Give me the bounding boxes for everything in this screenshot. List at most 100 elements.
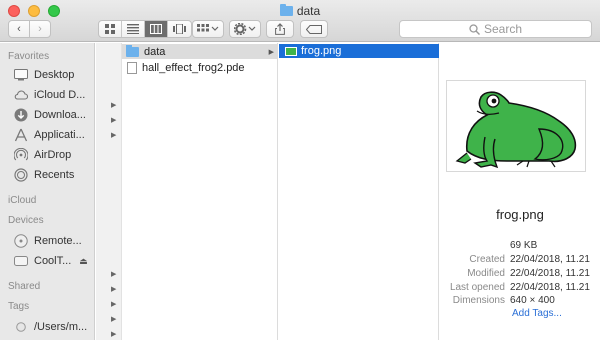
- recents-icon: [14, 168, 28, 182]
- chevron-right-icon: ▶: [268, 48, 274, 56]
- sidebar-item-recents[interactable]: Recents: [0, 165, 94, 185]
- sidebar-item-label: Desktop: [34, 69, 75, 81]
- sidebar-item-tag[interactable]: /Users/m...: [0, 317, 94, 337]
- arrange-grid-icon: [197, 24, 219, 32]
- chevron-right-icon: ▶: [111, 286, 117, 293]
- chevron-left-icon: ‹: [17, 23, 21, 35]
- share-button[interactable]: [266, 20, 294, 38]
- document-icon: [127, 61, 137, 74]
- chevron-right-icon: ▶: [111, 132, 117, 139]
- list-item-pde-file[interactable]: hall_effect_frog2.pde: [122, 60, 245, 75]
- folder-icon: [126, 44, 139, 57]
- list-view-button[interactable]: [122, 21, 145, 37]
- sidebar-item-airdrop[interactable]: AirDrop: [0, 145, 94, 165]
- airdrop-icon: [14, 148, 28, 162]
- column-parent: [96, 43, 278, 340]
- icon-view-button[interactable]: [99, 21, 122, 37]
- chevron-right-icon: ▶: [111, 316, 117, 323]
- applications-icon: [14, 128, 28, 142]
- last-opened-value: 22/04/2018, 11.21: [510, 282, 590, 293]
- search-placeholder: Search: [483, 22, 523, 36]
- dimensions-value: 640 × 400: [510, 295, 555, 306]
- file-name: data: [144, 45, 166, 58]
- edit-tags-button[interactable]: [300, 20, 328, 38]
- action-button[interactable]: [229, 20, 261, 38]
- sidebar-section-devices: Devices: [8, 215, 44, 226]
- search-icon: [469, 23, 480, 35]
- sidebar-item-remote-disc[interactable]: Remote...: [0, 231, 94, 251]
- sidebar-section-tags: Tags: [8, 301, 30, 312]
- image-file-icon: [285, 46, 297, 56]
- modified-value: 22/04/2018, 11.21: [510, 268, 590, 279]
- download-icon: [14, 108, 28, 122]
- list-item-frog-png[interactable]: frog.png: [279, 44, 439, 58]
- eject-icon[interactable]: ⏏: [79, 256, 88, 267]
- chevron-right-icon: ▶: [111, 301, 117, 308]
- folder-icon: [279, 4, 293, 16]
- sidebar-item-label: CoolT...: [34, 255, 72, 267]
- icon-grid-icon: [104, 23, 115, 34]
- list-item-data-folder[interactable]: data ▶: [122, 44, 277, 59]
- gear-icon: [234, 23, 256, 35]
- meta-dimensions: Dimensions 640 × 400: [440, 295, 600, 309]
- disc-icon: [14, 234, 28, 248]
- sidebar-item-icloud-drive[interactable]: iCloud D...: [0, 85, 94, 105]
- sidebar-section-shared: Shared: [8, 281, 41, 292]
- dimensions-label: Dimensions: [452, 295, 505, 306]
- meta-size: 69 KB: [440, 240, 600, 254]
- modified-label: Modified: [467, 268, 505, 279]
- tag-icon: [14, 320, 28, 334]
- columns-icon: [150, 24, 162, 34]
- sidebar-item-label: AirDrop: [34, 149, 72, 161]
- meta-modified: Modified 22/04/2018, 11.21: [440, 268, 600, 282]
- back-button[interactable]: ‹: [8, 20, 30, 38]
- sidebar-item-label: iCloud D...: [34, 89, 86, 101]
- arrange-button[interactable]: [192, 20, 224, 38]
- cloud-icon: [14, 88, 28, 102]
- file-size-value: 69 KB: [510, 240, 538, 251]
- sidebar-item-desktop[interactable]: Desktop: [0, 65, 94, 85]
- sidebar-item-label: Recents: [34, 169, 75, 181]
- sidebar-item-label: Applicati...: [34, 129, 85, 141]
- previous-column-strip[interactable]: ▶ ▶ ▶ ▶ ▶ ▶ ▶ ▶: [96, 43, 122, 340]
- search-field[interactable]: Search: [399, 20, 592, 38]
- sidebar-item-applications[interactable]: Applicati...: [0, 125, 94, 145]
- sidebar-item-coolterm[interactable]: CoolT... ⏏: [0, 251, 94, 271]
- sidebar-item-label: /Users/m...: [34, 321, 88, 333]
- share-icon: [275, 23, 285, 35]
- list-icon: [127, 24, 139, 34]
- chevron-right-icon: ▶: [111, 102, 117, 109]
- sidebar-item-downloads[interactable]: Downloa...: [0, 105, 94, 125]
- chevron-right-icon: ▶: [111, 271, 117, 278]
- meta-last-opened: Last opened 22/04/2018, 11.21: [440, 282, 600, 296]
- add-tags-link[interactable]: Add Tags...: [512, 308, 562, 319]
- file-name: hall_effect_frog2.pde: [142, 61, 245, 74]
- sidebar-item-label: Remote...: [34, 235, 82, 247]
- desktop-icon: [14, 68, 28, 82]
- meta-created: Created 22/04/2018, 11.21: [440, 254, 600, 268]
- column-view-button[interactable]: [145, 21, 168, 37]
- chevron-right-icon: ›: [38, 23, 42, 35]
- chevron-right-icon: ▶: [111, 331, 117, 338]
- column-data: [279, 43, 439, 340]
- chevron-right-icon: ▶: [111, 117, 117, 124]
- preview-file-name: frog.png: [496, 207, 544, 222]
- window-title: data: [0, 4, 600, 18]
- sidebar-section-favorites: Favorites: [8, 51, 50, 62]
- view-mode-selector: [98, 20, 192, 38]
- cover-flow-view-button[interactable]: [168, 21, 191, 37]
- cover-flow-icon: [173, 24, 186, 34]
- created-value: 22/04/2018, 11.21: [510, 254, 590, 265]
- drive-icon: [14, 254, 28, 268]
- frog-image: [455, 91, 577, 169]
- window-toolbar: data ‹ › Search: [0, 0, 600, 42]
- forward-button[interactable]: ›: [29, 20, 51, 38]
- sidebar-section-icloud: iCloud: [8, 195, 37, 206]
- image-thumbnail[interactable]: [446, 80, 586, 172]
- sidebar-item-label: Downloa...: [34, 109, 86, 121]
- last-opened-label: Last opened: [449, 282, 505, 293]
- file-name: frog.png: [301, 45, 342, 57]
- sidebar: Favorites Desktop iCloud D... Downloa...…: [0, 43, 95, 340]
- created-label: Created: [469, 254, 505, 265]
- tag-outline-icon: [306, 24, 322, 34]
